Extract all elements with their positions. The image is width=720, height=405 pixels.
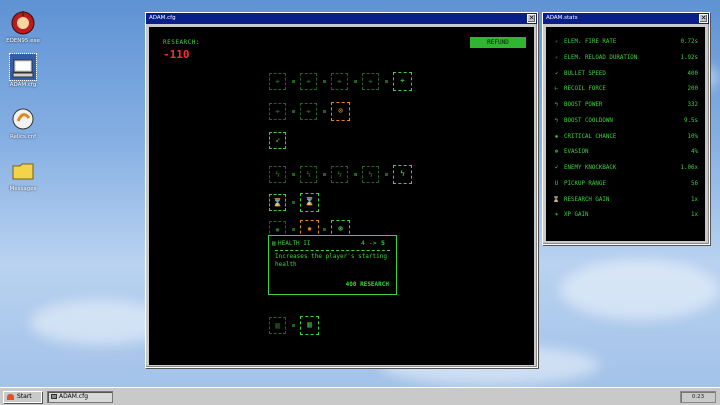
tree-link: [354, 80, 357, 83]
stat-row: ✹ CRITICAL CHANCE 10%: [550, 131, 701, 143]
computer-icon: [51, 394, 57, 399]
computer-icon: [9, 53, 37, 81]
window-title: ADAM.stats: [546, 15, 578, 21]
research-label: RESEARCH:: [163, 39, 201, 46]
tree-node-reload-3[interactable]: ⊗: [331, 102, 350, 121]
stat-row: ✧ ELEM. FIRE RATE 0.72s: [550, 36, 701, 48]
stat-row: ✶ XP GAIN 1x: [550, 209, 701, 221]
taskbar-item-adam-cfg[interactable]: ADAM.cfg: [47, 391, 113, 403]
tree-node-reload-2[interactable]: ⌖: [300, 103, 317, 120]
apple-icon: [10, 10, 36, 36]
tree-link: [385, 80, 388, 83]
tree-node-boost-4[interactable]: ϟ: [362, 166, 379, 183]
lightning-icon: ϟ: [554, 118, 559, 124]
upgrade-to-level: 5: [381, 239, 385, 247]
tree-link: [354, 173, 357, 176]
xp-icon: ✶: [554, 212, 559, 218]
tree-link: [385, 173, 388, 176]
tree-link: [292, 110, 295, 113]
stat-row: U PICKUP RANGE 56: [550, 178, 701, 190]
folder-icon: [10, 158, 36, 184]
research-value: -110: [163, 48, 190, 61]
tree-link: [292, 80, 295, 83]
window-title: ADAM.cfg: [149, 15, 176, 21]
stat-row: ⊢ RECOIL FORCE 200: [550, 83, 701, 95]
tree-node-boost-5[interactable]: ϟ: [393, 165, 412, 184]
stat-row: ϟ BOOST COOLDOWN 9.5s: [550, 115, 701, 127]
tree-link: [323, 173, 326, 176]
desktop-icon-label: Messages: [9, 186, 37, 192]
start-button[interactable]: Start: [3, 391, 42, 403]
desktop-icon-label: EDEN95.exe: [6, 38, 40, 44]
close-icon: ✕: [528, 14, 535, 22]
close-button[interactable]: ✕: [527, 14, 536, 23]
stats-panel: ✧ ELEM. FIRE RATE 0.72s ✧ ELEM. RELOAD DURA…: [546, 27, 705, 241]
tree-node-fire-rate-3[interactable]: ⌖: [331, 73, 348, 90]
desktop-icon-label: Relics.cnf: [9, 134, 37, 140]
upgrade-cost: 400 RESEARCH: [345, 281, 389, 288]
tree-node-pickup-1[interactable]: ▥: [269, 317, 286, 334]
lightning-icon: ϟ: [554, 102, 559, 108]
critical-icon: ✹: [554, 134, 559, 140]
desktop-icon-adam-cfg[interactable]: ADAM.cfg: [4, 53, 42, 88]
taskbar-item-label: ADAM.cfg: [59, 393, 89, 400]
tree-node-boost-1[interactable]: ϟ: [269, 166, 286, 183]
taskbar: Start ADAM.cfg 0:23: [0, 387, 720, 405]
fire-rate-icon: ✧: [554, 39, 559, 45]
tree-node-boost-3[interactable]: ϟ: [331, 166, 348, 183]
stats-window-titlebar[interactable]: ADAM.stats ✕: [543, 13, 709, 24]
close-icon: ✕: [700, 14, 707, 22]
upgrade-name: HEALTH II: [278, 240, 311, 247]
refund-button[interactable]: REFUND: [470, 37, 526, 48]
tree-node-fire-rate-5[interactable]: ⌖: [393, 72, 412, 91]
start-logo-icon: [7, 394, 14, 400]
stat-row: ✧ ELEM. RELOAD DURATION 1.92s: [550, 52, 701, 64]
stat-row: ➶ BULLET SPEED 400: [550, 68, 701, 80]
tree-node-reload-1[interactable]: ⌖: [269, 103, 286, 120]
health-icon: ▥: [272, 240, 276, 247]
tree-link: [292, 201, 295, 204]
config-window: ADAM.cfg ✕ RESEARCH: -110 REFUND ⌖ ⌖ ⌖ ⌖…: [145, 12, 538, 368]
stat-row: ⌛ RESEARCH GAIN 1x: [550, 194, 701, 206]
tree-link: [292, 324, 295, 327]
tree-link: [323, 110, 326, 113]
stat-row: ⊛ EVASION 4%: [550, 146, 701, 158]
upgrade-description: Increases the player's starting health: [275, 253, 387, 268]
upgrade-tooltip: ▥ HEALTH II 4 -> 5 Increases the player'…: [268, 235, 397, 295]
tree-link: [323, 228, 326, 231]
upgrade-from-level: 4 ->: [361, 239, 377, 247]
stat-row: ➹ ENEMY KNOCKBACK 1.06x: [550, 162, 701, 174]
desktop-icon-messages[interactable]: Messages: [4, 158, 42, 192]
desktop-icon-relics[interactable]: Relics.cnf: [4, 106, 42, 140]
tree-node-boost-2[interactable]: ϟ: [300, 166, 317, 183]
tree-node-fire-rate-1[interactable]: ⌖: [269, 73, 286, 90]
magnet-icon: U: [554, 181, 559, 187]
tree-link: [323, 80, 326, 83]
research-icon: ⌛: [552, 197, 561, 203]
tooltip-divider: [275, 250, 390, 251]
tree-node-fire-rate-4[interactable]: ⌖: [362, 73, 379, 90]
research-tree-panel: RESEARCH: -110 REFUND ⌖ ⌖ ⌖ ⌖ ⌖ ⌖ ⌖ ⊗ ➶ …: [149, 27, 534, 365]
tree-node-bullet-1[interactable]: ➶: [269, 132, 286, 149]
tree-link: [292, 228, 295, 231]
close-button[interactable]: ✕: [699, 14, 708, 23]
tree-node-pickup-2[interactable]: ▥: [300, 316, 319, 335]
bullet-icon: ➶: [554, 71, 559, 77]
system-clock: 0:23: [680, 391, 716, 403]
reload-icon: ✧: [554, 55, 559, 61]
stats-window: ADAM.stats ✕ ✧ ELEM. FIRE RATE 0.72s ✧ ELEM…: [542, 12, 710, 245]
tree-node-research-2[interactable]: ⌛: [300, 193, 319, 212]
tree-node-fire-rate-2[interactable]: ⌖: [300, 73, 317, 90]
stat-row: ϟ BOOST POWER 332: [550, 99, 701, 111]
tree-node-research-1[interactable]: ⌛: [269, 194, 286, 211]
desktop-icon-eden95[interactable]: EDEN95.exe: [4, 10, 42, 44]
config-window-titlebar[interactable]: ADAM.cfg ✕: [146, 13, 537, 24]
start-label: Start: [17, 393, 32, 400]
evasion-icon: ⊛: [554, 149, 559, 155]
desktop-icon-label: ADAM.cfg: [9, 82, 37, 88]
knockback-icon: ➹: [554, 165, 559, 171]
recoil-icon: ⊢: [554, 86, 559, 92]
tree-link: [292, 173, 295, 176]
relic-icon: [10, 106, 36, 132]
